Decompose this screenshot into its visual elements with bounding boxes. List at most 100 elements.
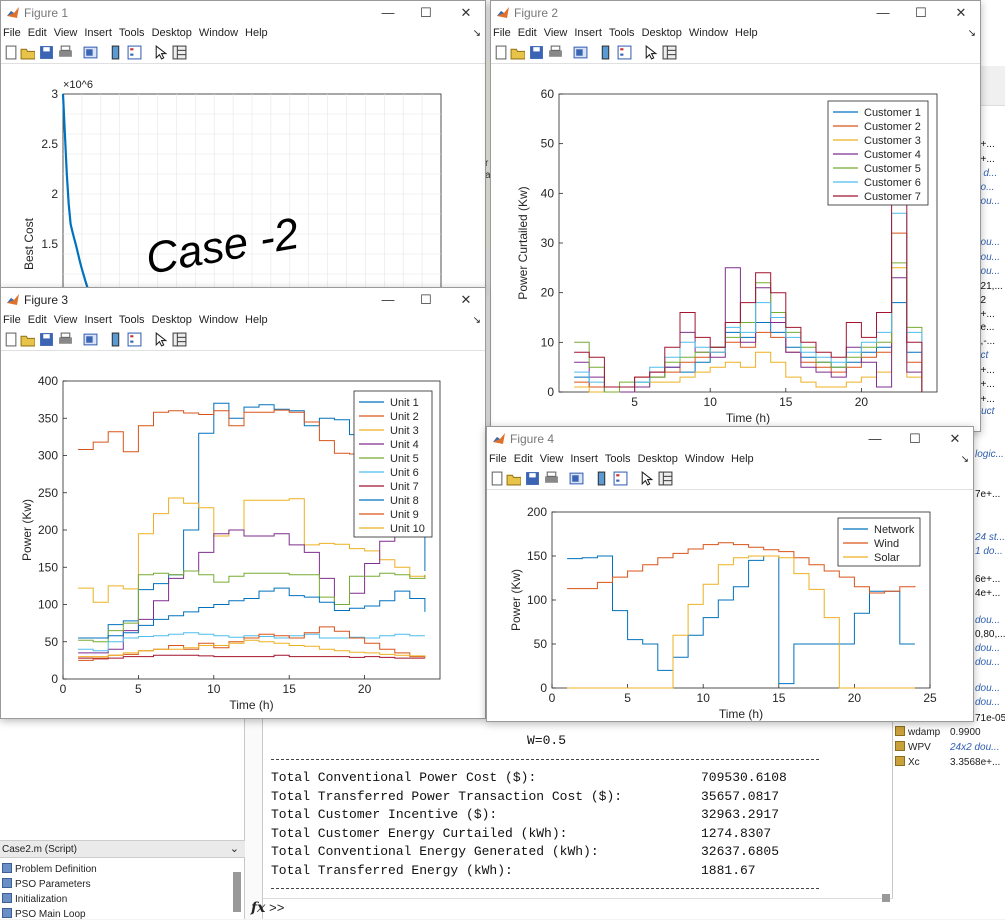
minimize-icon[interactable]: —: [378, 3, 398, 23]
save-icon[interactable]: [39, 45, 54, 60]
maximize-icon[interactable]: ☐: [911, 3, 931, 23]
menu-help[interactable]: Help: [245, 25, 268, 39]
property-editor-icon[interactable]: [172, 45, 187, 60]
menu-file[interactable]: File: [3, 312, 21, 326]
section-item[interactable]: Problem Definition: [2, 863, 97, 875]
pointer-icon[interactable]: [153, 331, 168, 347]
minimize-icon[interactable]: —: [378, 290, 398, 310]
new-figure-icon[interactable]: [489, 471, 504, 486]
property-editor-icon[interactable]: [662, 45, 677, 60]
axes-area[interactable]: 0 5 10 15 20 0 50 100 150 200 250 300 350 400 Time (h)…: [1, 351, 485, 718]
legend-icon[interactable]: [613, 471, 628, 486]
colorbar-icon[interactable]: [598, 45, 613, 60]
axes-area[interactable]: 0 5 10 15 20 25 0 50 100 150 200 Time (h) Power (Kw)…: [487, 490, 973, 721]
menu-file[interactable]: File: [493, 25, 511, 39]
file-details-header[interactable]: Case2.m (Script) ⌄: [0, 840, 245, 858]
menu-desktop[interactable]: Desktop: [152, 25, 192, 39]
chevron-down-icon[interactable]: ⌄: [230, 842, 239, 855]
menu-insert[interactable]: Insert: [84, 25, 112, 39]
minimize-icon[interactable]: —: [873, 3, 893, 23]
title-bar[interactable]: Figure 4 — ☐ ✕: [487, 427, 973, 451]
pointer-icon[interactable]: [639, 470, 654, 486]
close-icon[interactable]: ✕: [951, 3, 971, 23]
new-figure-icon[interactable]: [3, 332, 18, 347]
energy-source-plot[interactable]: 0 5 10 15 20 25 0 50 100 150 200 Time (h) Power (Kw)…: [487, 490, 974, 722]
print-icon[interactable]: [548, 45, 563, 60]
title-bar[interactable]: Figure 2 — ☐ ✕: [491, 1, 980, 25]
menu-view[interactable]: View: [544, 25, 568, 39]
menu-help[interactable]: Help: [735, 25, 758, 39]
current-folder-panel[interactable]: Case2.m (Script) ⌄ Problem Definition PSO…: [0, 700, 245, 920]
title-bar[interactable]: Figure 3 — ☐ ✕: [1, 288, 485, 312]
command-prompt[interactable]: fx >>: [251, 898, 893, 919]
menu-view[interactable]: View: [54, 312, 78, 326]
link-plot-icon[interactable]: [83, 45, 98, 60]
link-plot-icon[interactable]: [573, 45, 588, 60]
property-editor-icon[interactable]: [172, 332, 187, 347]
dock-icon[interactable]: ↘: [473, 313, 481, 326]
menu-insert[interactable]: Insert: [570, 451, 598, 465]
dock-icon[interactable]: ↘: [961, 452, 969, 465]
pointer-icon[interactable]: [643, 44, 658, 60]
section-item[interactable]: Initialization: [2, 893, 67, 905]
legend-icon[interactable]: [617, 45, 632, 60]
open-file-icon[interactable]: [20, 45, 36, 60]
menu-help[interactable]: Help: [245, 312, 268, 326]
workspace-variable[interactable]: WPV 24x2 dou...: [895, 741, 999, 755]
scrollbar[interactable]: [882, 894, 890, 902]
menu-view[interactable]: View: [54, 25, 78, 39]
colorbar-icon[interactable]: [594, 471, 609, 486]
fx-icon[interactable]: fx: [251, 900, 265, 916]
menu-insert[interactable]: Insert: [574, 25, 602, 39]
menu-window[interactable]: Window: [689, 25, 728, 39]
dock-icon[interactable]: ↘: [968, 26, 976, 39]
menu-view[interactable]: View: [540, 451, 564, 465]
workspace-variable[interactable]: Xc 3.3568e+...: [895, 756, 1000, 770]
menu-tools[interactable]: Tools: [119, 312, 145, 326]
maximize-icon[interactable]: ☐: [905, 429, 925, 449]
section-item[interactable]: PSO Main Loop: [2, 908, 86, 920]
link-plot-icon[interactable]: [569, 471, 584, 486]
print-icon[interactable]: [58, 45, 73, 60]
save-icon[interactable]: [525, 471, 540, 486]
link-plot-icon[interactable]: [83, 332, 98, 347]
scrollbar[interactable]: [233, 872, 241, 912]
menu-tools[interactable]: Tools: [609, 25, 635, 39]
close-icon[interactable]: ✕: [945, 429, 965, 449]
menu-edit[interactable]: Edit: [514, 451, 533, 465]
open-file-icon[interactable]: [510, 45, 526, 60]
menu-window[interactable]: Window: [199, 312, 238, 326]
legend-icon[interactable]: [127, 332, 142, 347]
save-icon[interactable]: [529, 45, 544, 60]
menu-edit[interactable]: Edit: [28, 312, 47, 326]
maximize-icon[interactable]: ☐: [416, 290, 436, 310]
figure-1-window[interactable]: Figure 1 — ☐ ✕ File Edit View Insert Tools De…: [0, 0, 486, 290]
menu-tools[interactable]: Tools: [119, 25, 145, 39]
menu-file[interactable]: File: [3, 25, 21, 39]
minimize-icon[interactable]: —: [865, 429, 885, 449]
menu-edit[interactable]: Edit: [28, 25, 47, 39]
figure-2-window[interactable]: Figure 2 — ☐ ✕ File Edit View Insert Tools De…: [490, 0, 981, 432]
power-curtailed-plot[interactable]: 5 10 15 20 0 10 20 30 40 50 60 Time (h) Power Curtai…: [491, 64, 981, 432]
menu-edit[interactable]: Edit: [518, 25, 537, 39]
open-file-icon[interactable]: [506, 471, 522, 486]
axes-area[interactable]: 00.511.522.53×10^6Best Cost Case -2: [1, 64, 485, 289]
figure-4-window[interactable]: Figure 4 — ☐ ✕ File Edit View Insert Tools De…: [486, 426, 974, 722]
new-figure-icon[interactable]: [3, 45, 18, 60]
command-window[interactable]: W=0.5 Total Conventional Power Cost ($):…: [251, 700, 893, 919]
section-item[interactable]: PSO Parameters: [2, 878, 91, 890]
unit-power-plot[interactable]: 0 5 10 15 20050100150200250300350400Time (h)…: [1, 351, 486, 719]
print-icon[interactable]: [544, 471, 559, 486]
property-editor-icon[interactable]: [658, 471, 673, 486]
axes-area[interactable]: 5 10 15 20 0 10 20 30 40 50 60 Time (h) Power Curtai…: [491, 64, 980, 431]
menu-tools[interactable]: Tools: [605, 451, 631, 465]
new-figure-icon[interactable]: [493, 45, 508, 60]
menu-file[interactable]: File: [489, 451, 507, 465]
legend-icon[interactable]: [127, 45, 142, 60]
menu-help[interactable]: Help: [731, 451, 754, 465]
colorbar-icon[interactable]: [108, 332, 123, 347]
close-icon[interactable]: ✕: [456, 290, 476, 310]
figure-3-window[interactable]: Figure 3 — ☐ ✕ File Edit View Insert Tools De…: [0, 287, 486, 719]
workspace-variable[interactable]: wdamp 0.9900: [895, 726, 981, 740]
open-file-icon[interactable]: [20, 332, 36, 347]
